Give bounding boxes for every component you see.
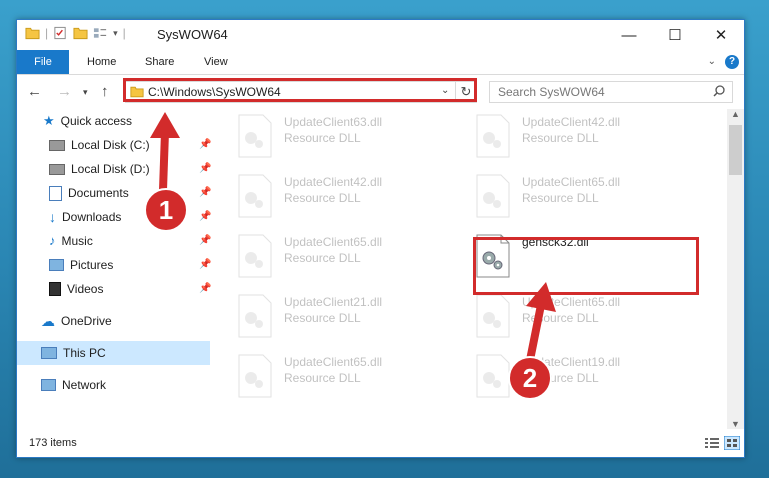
step-badge-2: 2 [508,356,552,400]
arrow-1-head [150,112,180,138]
step-badge-1: 1 [144,188,188,232]
arrow-2 [526,304,545,361]
arrow-1 [159,131,169,191]
arrow-2-head [526,282,556,312]
annotation-arrows [150,112,556,361]
